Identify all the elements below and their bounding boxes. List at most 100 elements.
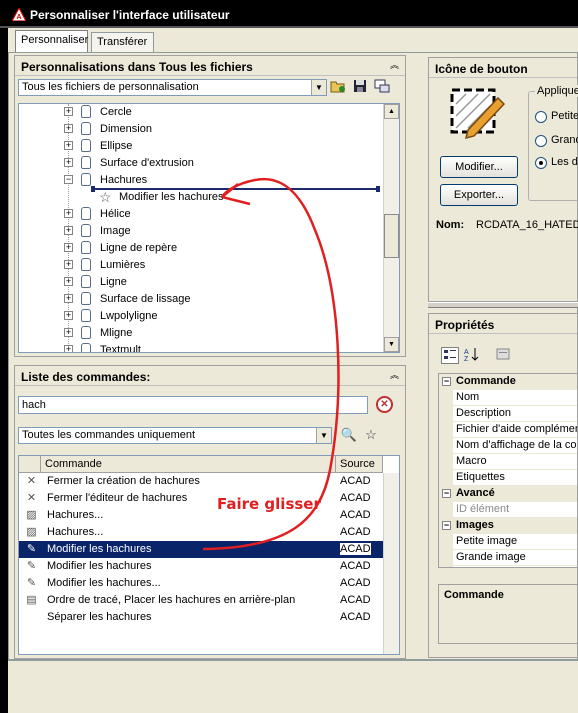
command-name: Ordre de tracé, Placer les hachures en a…: [47, 594, 296, 606]
column-header-source[interactable]: Source: [336, 456, 383, 473]
property-label: ID élément: [456, 503, 510, 515]
property-row[interactable]: Nom: [439, 390, 577, 406]
property-pages-icon[interactable]: [494, 347, 512, 364]
property-row[interactable]: Petite image: [439, 534, 577, 550]
column-header-command[interactable]: Commande: [41, 456, 336, 473]
tree-item-ligne-repere[interactable]: + Ligne de repère: [19, 240, 379, 257]
categorized-view-icon[interactable]: [441, 347, 459, 364]
property-row[interactable]: Fichier d'aide complément: [439, 422, 577, 438]
property-category[interactable]: − Avancé: [439, 486, 577, 502]
collapse-icon[interactable]: −: [442, 377, 451, 386]
property-label: Petite image: [456, 535, 518, 547]
tree-item-mligne[interactable]: + Mligne: [19, 325, 379, 342]
tree-item-surface-extrusion[interactable]: + Surface d'extrusion: [19, 155, 379, 172]
radio-small-image[interactable]: [535, 111, 547, 123]
tree-item-cercle[interactable]: + Cercle: [19, 104, 379, 121]
export-image-button[interactable]: Exporter...: [440, 184, 518, 206]
radio-large-image[interactable]: [535, 135, 547, 147]
command-list-scrollbar[interactable]: [383, 473, 399, 654]
tree-item-label: Hélice: [100, 208, 131, 220]
radio-both-images[interactable]: [535, 157, 547, 169]
tree-item-ligne[interactable]: + Ligne: [19, 274, 379, 291]
expand-icon[interactable]: +: [64, 311, 73, 320]
window-title: Personnaliser l'interface utilisateur: [30, 8, 230, 22]
open-folder-icon[interactable]: [329, 79, 347, 96]
expand-icon[interactable]: +: [64, 243, 73, 252]
panel-splitter[interactable]: [428, 302, 578, 308]
property-row[interactable]: ID élément: [439, 502, 577, 518]
command-source: ACAD: [340, 475, 371, 487]
display-options-icon[interactable]: [373, 79, 391, 96]
property-row[interactable]: Nom d'affichage de la com: [439, 438, 577, 454]
scroll-down-arrow-icon[interactable]: ▼: [384, 337, 399, 352]
collapse-chevron-icon[interactable]: ︽: [388, 59, 401, 72]
tree-item-textmult[interactable]: + Textmult: [19, 342, 379, 352]
property-category[interactable]: − Images: [439, 518, 577, 534]
property-label: Avancé: [456, 487, 495, 499]
property-category[interactable]: − Commande: [439, 374, 577, 390]
tree-item-dimension[interactable]: + Dimension: [19, 121, 379, 138]
tree-item-image[interactable]: + Image: [19, 223, 379, 240]
expand-icon[interactable]: +: [64, 107, 73, 116]
tab-personnaliser[interactable]: Personnaliser: [15, 30, 88, 52]
collapse-chevron-icon[interactable]: ︽: [388, 369, 401, 382]
command-row[interactable]: ✎ Modifier les hachures... ACAD: [19, 575, 383, 592]
chevron-down-icon[interactable]: ▼: [316, 428, 331, 443]
command-row[interactable]: Séparer les hachures ACAD: [19, 609, 383, 626]
command-row[interactable]: ✎ Modifier les hachures ACAD: [19, 541, 383, 558]
collapse-icon[interactable]: −: [442, 489, 451, 498]
property-label: Nom: [456, 391, 480, 403]
expand-icon[interactable]: +: [64, 226, 73, 235]
property-row[interactable]: Macro: [439, 454, 577, 470]
tree-item-lumieres[interactable]: + Lumières: [19, 257, 379, 274]
command-row[interactable]: ✕ Fermer la création de hachures ACAD: [19, 473, 383, 490]
tree-item-modifier-hachures[interactable]: ☆ Modifier les hachures: [19, 189, 379, 206]
collapse-icon[interactable]: −: [442, 521, 451, 530]
hatch-icon: ▨: [26, 509, 37, 521]
command-search-input[interactable]: hach: [18, 396, 368, 414]
apply-to-label: Applique: [535, 85, 578, 97]
tree-item-surface-lissage[interactable]: + Surface de lissage: [19, 291, 379, 308]
new-command-icon[interactable]: ☆: [362, 426, 380, 443]
save-icon[interactable]: [351, 79, 369, 96]
tree-item-hachures[interactable]: − Hachures: [19, 172, 379, 189]
find-command-icon[interactable]: 🔍: [340, 426, 358, 443]
expand-icon[interactable]: +: [64, 294, 73, 303]
expand-icon[interactable]: +: [64, 345, 73, 352]
command-row[interactable]: ▨ Hachures... ACAD: [19, 524, 383, 541]
expand-icon[interactable]: +: [64, 277, 73, 286]
tree-item-helice[interactable]: + Hélice: [19, 206, 379, 223]
command-filter-select[interactable]: Toutes les commandes uniquement ▼: [18, 427, 332, 444]
expand-icon[interactable]: +: [64, 260, 73, 269]
scroll-up-arrow-icon[interactable]: ▲: [384, 104, 399, 119]
tree-item-ellipse[interactable]: + Ellipse: [19, 138, 379, 155]
command-list[interactable]: Commande Source ✕ Fermer la création de h…: [18, 455, 400, 655]
tree-scrollbar[interactable]: ▲ ▼: [383, 104, 399, 352]
property-row[interactable]: Description: [439, 406, 577, 422]
object-icon: [81, 326, 91, 339]
property-row[interactable]: Etiquettes: [439, 470, 577, 486]
command-row[interactable]: ▨ Hachures... ACAD: [19, 507, 383, 524]
expand-icon[interactable]: +: [64, 158, 73, 167]
command-row[interactable]: ✎ Modifier les hachures ACAD: [19, 558, 383, 575]
properties-grid[interactable]: − Commande Nom Description Fichier d'aide co…: [438, 373, 578, 568]
file-select[interactable]: Tous les fichiers de personnalisation ▼: [18, 79, 327, 96]
column-header-icon[interactable]: [19, 456, 41, 473]
expand-icon[interactable]: +: [64, 209, 73, 218]
tree-item-lwpolyligne[interactable]: + Lwpolyligne: [19, 308, 379, 325]
command-name: Hachures...: [47, 526, 104, 538]
tab-transferer[interactable]: Transférer: [91, 32, 154, 52]
modify-image-button[interactable]: Modifier...: [440, 156, 518, 178]
expand-icon[interactable]: +: [64, 328, 73, 337]
expand-icon[interactable]: +: [64, 124, 73, 133]
expand-icon[interactable]: +: [64, 141, 73, 150]
command-row[interactable]: ▤ Ordre de tracé, Placer les hachures en …: [19, 592, 383, 609]
property-row[interactable]: Grande image: [439, 550, 577, 566]
sort-alphabetical-icon[interactable]: AZ: [463, 347, 481, 364]
scroll-thumb[interactable]: [384, 214, 399, 258]
command-row[interactable]: ✕ Fermer l'éditeur de hachures ACAD: [19, 490, 383, 507]
chevron-down-icon[interactable]: ▼: [311, 80, 326, 95]
clear-search-icon[interactable]: ✕: [376, 396, 393, 413]
collapse-icon[interactable]: −: [64, 175, 73, 184]
customizations-tree[interactable]: + Cercle + Dimension + Ellipse + Surface d'e…: [18, 103, 400, 353]
